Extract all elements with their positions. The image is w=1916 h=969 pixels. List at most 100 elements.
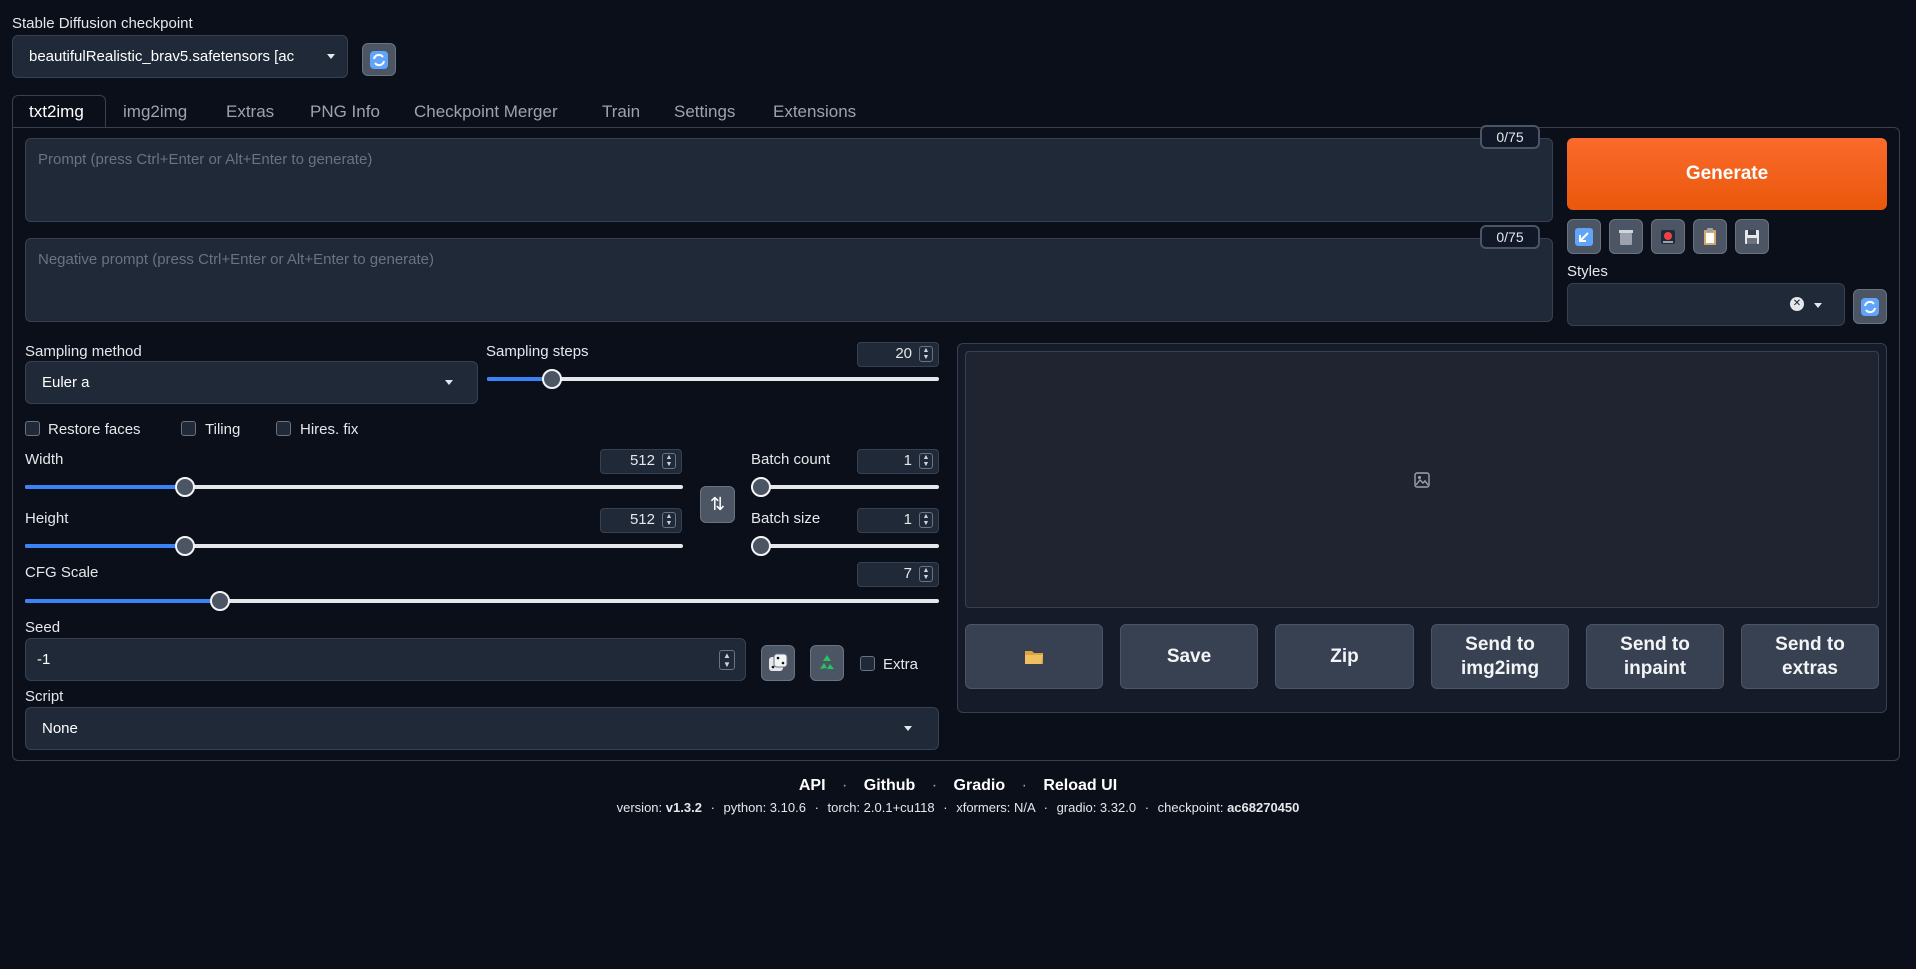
restore-faces-checkbox[interactable] <box>25 421 40 436</box>
sampling-steps-value: 20 <box>895 345 912 362</box>
sampling-steps-slider[interactable] <box>487 369 939 389</box>
prompt-textarea[interactable]: Prompt (press Ctrl+Enter or Alt+Enter to… <box>25 138 1553 222</box>
floppy-disk-icon <box>1745 229 1759 244</box>
slider-thumb[interactable] <box>209 591 230 611</box>
batch-size-slider[interactable] <box>751 536 939 556</box>
batch-count-input[interactable]: 1 ▲ ▼ <box>857 449 939 474</box>
tab-img2img[interactable]: img2img <box>123 100 187 130</box>
send-to-extras-button[interactable]: Send to extras <box>1741 624 1879 689</box>
tab-checkpoint-merger[interactable]: Checkpoint Merger <box>414 100 558 130</box>
footer-link-github[interactable]: Github <box>864 777 916 794</box>
height-input[interactable]: 512 ▲ ▼ <box>600 508 682 533</box>
slider-fill <box>25 485 180 489</box>
footer-link-gradio[interactable]: Gradio <box>954 777 1006 794</box>
batch-count-slider[interactable] <box>751 477 939 497</box>
negative-prompt-textarea[interactable]: Negative prompt (press Ctrl+Enter or Alt… <box>25 238 1553 322</box>
sampling-method-value: Euler a <box>42 374 90 391</box>
recycle-icon <box>820 655 834 669</box>
stepper-icon[interactable]: ▲ ▼ <box>662 453 676 469</box>
extra-seed-checkbox[interactable] <box>860 656 875 671</box>
random-seed-button[interactable] <box>761 645 795 681</box>
read-params-button[interactable] <box>1567 219 1601 254</box>
sampling-steps-input[interactable]: 20 ▲ ▼ <box>857 342 939 367</box>
tab-train[interactable]: Train <box>602 100 640 130</box>
send-to-inpaint-button[interactable]: Send to inpaint <box>1586 624 1724 689</box>
checkpoint-dropdown[interactable]: beautifulRealistic_brav5.safetensors [ac <box>12 35 348 78</box>
reuse-seed-button[interactable] <box>810 645 844 681</box>
prompt-placeholder: Prompt (press Ctrl+Enter or Alt+Enter to… <box>38 151 373 168</box>
chevron-down-icon <box>445 380 453 385</box>
seed-input[interactable]: -1 ▲ ▼ <box>25 638 746 681</box>
stepper-icon[interactable]: ▲ ▼ <box>719 649 735 670</box>
cfg-scale-label: CFG Scale <box>25 564 99 581</box>
red-card-icon <box>1661 229 1675 244</box>
width-slider[interactable] <box>25 477 683 497</box>
python-version: python: 3.10.6 <box>723 800 806 815</box>
stepper-icon[interactable]: ▲ ▼ <box>919 566 933 582</box>
tab-extras[interactable]: Extras <box>226 100 274 130</box>
height-value: 512 <box>629 511 655 528</box>
swap-dimensions-button[interactable]: ⇅ <box>700 486 735 523</box>
width-input[interactable]: 512 ▲ ▼ <box>600 449 682 474</box>
script-dropdown[interactable]: None <box>25 707 939 750</box>
cfg-scale-input[interactable]: 7 ▲ ▼ <box>857 562 939 587</box>
tab-txt2img[interactable]: txt2img <box>29 100 84 130</box>
zip-button[interactable]: Zip <box>1275 624 1414 689</box>
folder-icon <box>1025 650 1043 664</box>
slider-thumb[interactable] <box>175 536 196 556</box>
batch-size-label: Batch size <box>751 510 821 527</box>
footer-separator: · <box>1043 800 1048 815</box>
send-to-img2img-button[interactable]: Send to img2img <box>1431 624 1569 689</box>
hires-fix-checkbox[interactable] <box>276 421 291 436</box>
clear-prompt-button[interactable] <box>1609 219 1643 254</box>
stepper-icon[interactable]: ▲ ▼ <box>662 512 676 528</box>
open-folder-button[interactable] <box>965 624 1103 689</box>
width-label: Width <box>25 451 64 468</box>
arrow-down-left-icon <box>1575 227 1593 246</box>
tab-settings[interactable]: Settings <box>674 100 735 130</box>
clear-icon[interactable]: ✕ <box>1790 297 1804 311</box>
clipboard-icon <box>1704 227 1716 245</box>
save-style-button[interactable] <box>1735 219 1769 254</box>
footer-separator: · <box>710 800 715 815</box>
slider-thumb[interactable] <box>541 369 562 389</box>
refresh-styles-button[interactable] <box>1853 289 1887 324</box>
cfg-scale-slider[interactable] <box>25 591 939 611</box>
save-button[interactable]: Save <box>1120 624 1258 689</box>
refresh-icon <box>1861 297 1879 316</box>
tab-png-info[interactable]: PNG Info <box>310 100 380 130</box>
slider-thumb[interactable] <box>751 477 771 497</box>
styles-dropdown[interactable]: ✕ <box>1567 283 1845 326</box>
chevron-down-icon <box>1814 303 1822 308</box>
sampling-method-dropdown[interactable]: Euler a <box>25 361 478 404</box>
footer-separator: · <box>931 777 938 794</box>
script-value: None <box>42 720 78 737</box>
generate-button[interactable]: Generate <box>1567 138 1887 210</box>
gradio-version: gradio: 3.32.0 <box>1056 800 1137 815</box>
slider-thumb[interactable] <box>175 477 196 497</box>
slider-fill <box>25 544 180 548</box>
cfg-scale-value: 7 <box>903 565 912 582</box>
seed-value: -1 <box>37 651 51 668</box>
batch-size-input[interactable]: 1 ▲ ▼ <box>857 508 939 533</box>
footer-separator: · <box>1021 777 1027 794</box>
show-extra-networks-button[interactable] <box>1651 219 1685 254</box>
slider-thumb[interactable] <box>751 536 771 556</box>
stepper-icon[interactable]: ▲ ▼ <box>919 512 933 528</box>
tiling-label: Tiling <box>205 421 241 438</box>
refresh-checkpoint-button[interactable] <box>362 43 396 76</box>
sampling-method-label: Sampling method <box>25 343 142 360</box>
xformers-version: xformers: N/A <box>956 800 1035 815</box>
footer-link-reload-ui[interactable]: Reload UI <box>1043 777 1117 794</box>
tiling-checkbox[interactable] <box>181 421 196 436</box>
output-image-area[interactable] <box>965 351 1879 608</box>
height-slider[interactable] <box>25 536 683 556</box>
swap-arrows-icon: ⇅ <box>709 494 726 514</box>
version-label: version: <box>616 800 663 815</box>
stepper-icon[interactable]: ▲ ▼ <box>919 453 933 469</box>
apply-styles-button[interactable] <box>1693 219 1727 254</box>
tab-extensions[interactable]: Extensions <box>773 100 856 130</box>
stepper-icon[interactable]: ▲ ▼ <box>919 346 933 362</box>
seed-label: Seed <box>25 619 61 636</box>
footer-link-api[interactable]: API <box>799 777 826 794</box>
